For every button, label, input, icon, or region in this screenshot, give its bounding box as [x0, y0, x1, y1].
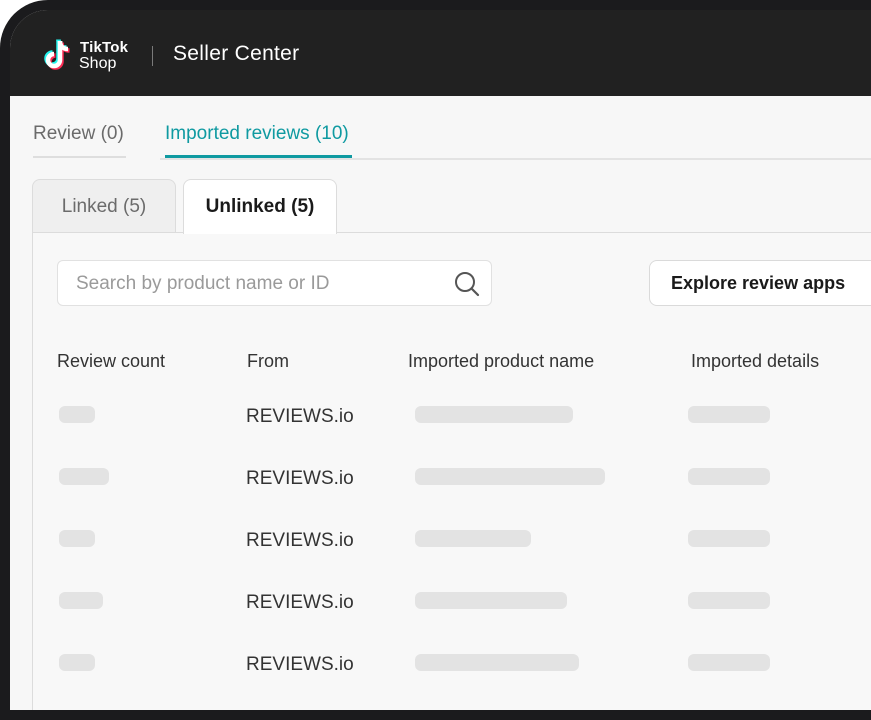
search-icon[interactable] — [453, 270, 481, 298]
app-window: TikTok Shop Seller Center Review (0) Imp… — [10, 10, 871, 710]
product-name-placeholder — [415, 468, 605, 485]
app-title: Seller Center — [173, 42, 300, 65]
table-row[interactable]: REVIEWS.io — [33, 639, 871, 701]
from-source: REVIEWS.io — [246, 468, 354, 489]
logo-text-tiktok: TikTok — [80, 39, 129, 56]
tabs-divider — [160, 158, 871, 160]
unlinked-panel: Explore review apps Review count From Im… — [32, 232, 871, 710]
review-tabs: Review (0) Imported reviews (10) — [10, 96, 871, 172]
subtab-linked[interactable]: Linked (5) — [32, 179, 176, 233]
product-name-placeholder — [415, 592, 567, 609]
from-source: REVIEWS.io — [246, 530, 354, 551]
details-placeholder — [688, 654, 770, 671]
explore-review-apps-button[interactable]: Explore review apps — [649, 260, 871, 306]
header-divider — [152, 46, 153, 66]
search-input[interactable] — [74, 271, 438, 297]
review-count-placeholder — [59, 654, 95, 671]
tab-review[interactable]: Review (0) — [33, 123, 126, 158]
review-count-placeholder — [59, 530, 95, 547]
from-source: REVIEWS.io — [246, 406, 354, 427]
details-placeholder — [688, 530, 770, 547]
device-frame: TikTok Shop Seller Center Review (0) Imp… — [0, 0, 871, 720]
product-name-placeholder — [415, 530, 531, 547]
logo-text-shop: Shop — [79, 55, 117, 72]
column-header-imported-details: Imported details — [691, 351, 820, 371]
table-row[interactable]: REVIEWS.io — [33, 515, 871, 577]
review-count-placeholder — [59, 592, 103, 609]
tiktok-logo-icon — [44, 39, 70, 70]
from-source: REVIEWS.io — [246, 592, 354, 613]
tiktok-shop-logo[interactable]: TikTok Shop — [43, 38, 133, 74]
top-bar: TikTok Shop Seller Center — [10, 10, 871, 96]
tab-imported-reviews[interactable]: Imported reviews (10) — [165, 123, 352, 158]
review-count-placeholder — [59, 468, 109, 485]
details-placeholder — [688, 592, 770, 609]
table-row[interactable]: REVIEWS.io — [33, 577, 871, 639]
subtab-unlinked[interactable]: Unlinked (5) — [183, 179, 337, 234]
search-box[interactable] — [57, 260, 492, 306]
column-header-review-count: Review count — [57, 351, 166, 371]
column-header-from: From — [247, 351, 289, 371]
product-name-placeholder — [415, 406, 573, 423]
table-row[interactable]: REVIEWS.io — [33, 453, 871, 515]
from-source: REVIEWS.io — [246, 654, 354, 675]
review-count-placeholder — [59, 406, 95, 423]
details-placeholder — [688, 406, 770, 423]
product-name-placeholder — [415, 654, 579, 671]
details-placeholder — [688, 468, 770, 485]
column-header-imported-product-name: Imported product name — [408, 351, 595, 371]
table-row[interactable]: REVIEWS.io — [33, 391, 871, 453]
